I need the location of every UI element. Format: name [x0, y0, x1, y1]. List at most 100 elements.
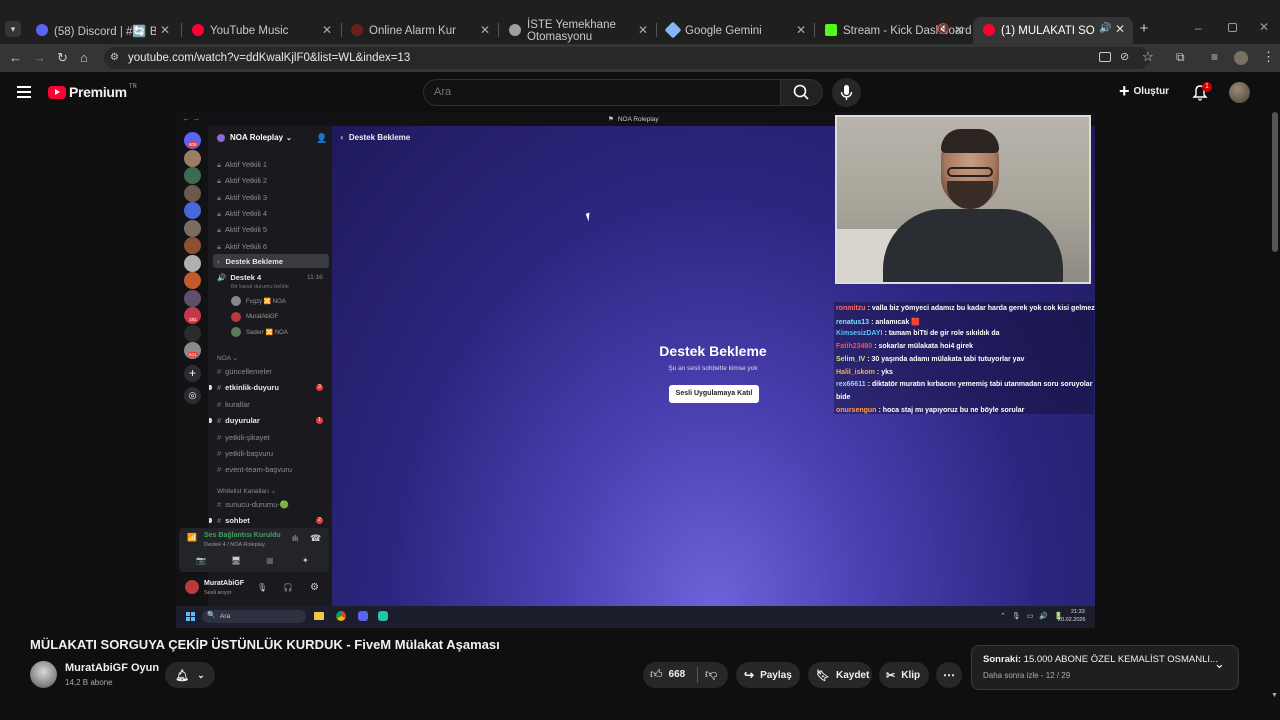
empty-voice-title: Destek Bekleme — [659, 343, 767, 359]
channel-avatar[interactable] — [30, 661, 57, 688]
profile-avatar-icon[interactable] — [1234, 51, 1248, 65]
speaker-icon[interactable]: 🔊 — [1099, 23, 1111, 34]
voice-user-avatar — [231, 311, 241, 322]
server-icon — [184, 219, 201, 237]
chat-message: bide — [836, 394, 850, 401]
search-input[interactable] — [434, 86, 754, 98]
lock-icon: 🔒︎ — [217, 241, 221, 251]
window-close-button[interactable]: ✕ — [1259, 20, 1269, 34]
browser-tab-gemini[interactable]: Google Gemini ✕ — [657, 18, 814, 44]
taskbar-discord-icon — [358, 611, 368, 621]
streamer-shirt — [883, 209, 1063, 282]
bookmark-star-icon[interactable]: ☆ — [1142, 49, 1154, 65]
share-button[interactable]: ↪ Paylaş — [736, 662, 800, 688]
new-tab-button[interactable]: + — [1136, 21, 1152, 37]
streamer-webcam — [835, 115, 1091, 284]
server-icon — [184, 237, 201, 254]
scrollbar-down-arrow[interactable]: ▼ — [1271, 692, 1278, 699]
window-maximize-button[interactable] — [1228, 23, 1237, 32]
site-info-icon[interactable]: ⚙ — [110, 52, 119, 63]
server-icon — [184, 184, 201, 202]
globe-favicon-icon — [509, 24, 521, 36]
text-channel: # yetkili-başvuru — [217, 449, 274, 458]
tab-close-icon[interactable]: ✕ — [954, 23, 964, 37]
server-icon — [184, 167, 201, 184]
like-divider — [697, 667, 698, 683]
dislike-button[interactable]: 👎︎ — [705, 667, 717, 682]
expand-chevron-icon[interactable]: ⌄ — [1214, 656, 1225, 672]
voice-search-button[interactable] — [832, 78, 861, 107]
browser-tab-kick[interactable]: Stream - Kick Dashboard 🔇 ✕ — [815, 18, 972, 44]
eye-off-icon[interactable]: ⊘ — [1120, 50, 1129, 63]
thumbs-up-icon: 👍︎ — [650, 667, 663, 681]
next-up-title[interactable]: Sonraki: 15.000 ABONE ÖZEL KEMALİST OSMA… — [983, 654, 1218, 665]
tab-close-icon[interactable]: ✕ — [1115, 22, 1125, 36]
chat-message: KimsesizDAYI: tamam biTti de gir role sı… — [836, 330, 1000, 337]
taskbar-app-icon — [378, 611, 388, 621]
hamburger-menu-icon[interactable] — [17, 86, 31, 98]
browser-tab-discord[interactable]: (58) Discord | #🔄 BUMP | Nnum ✕ — [26, 18, 178, 44]
notifications-button[interactable]: 1 — [1192, 82, 1212, 101]
server-mention-badge: 631 — [188, 352, 198, 357]
user-name: MuratAbiGF — [204, 580, 245, 587]
chat-text: : diktatör muratın kırbacını yememiş tab… — [867, 381, 1093, 389]
browser-tab-youtube-active[interactable]: (1) MÜLAKATI SORGUYA Ç 🔊 ✕ — [973, 17, 1133, 44]
more-actions-button[interactable]: ⋯ — [936, 662, 962, 688]
lock-icon: 🔒︎ — [217, 208, 221, 218]
voice-connected-label: Ses Bağlantısı Kuruldu — [204, 532, 281, 539]
youtube-logo-text: Premium — [69, 84, 127, 100]
search-box[interactable] — [423, 79, 781, 106]
tab-close-icon[interactable]: ✕ — [322, 23, 332, 37]
back-icon[interactable]: ← — [9, 50, 22, 65]
channel-destek-4: 🔊 Destek 4 — [217, 273, 262, 282]
browser-menu-icon[interactable]: ⋮ — [1262, 49, 1275, 65]
browser-tab-yemekhane[interactable]: İSTE Yemekhane Otomasyonu ✕ — [499, 18, 656, 44]
save-button[interactable]: 🔖︎ Kaydet — [808, 662, 872, 688]
hashtag-icon: # — [217, 516, 222, 526]
reload-icon[interactable]: ↻ — [57, 50, 68, 66]
discord-back-icon: ← → — [182, 114, 201, 123]
like-button[interactable]: 👍︎ 668 — [650, 667, 685, 682]
extensions-icon[interactable]: ⧉ — [1176, 50, 1185, 65]
tab-label: Stream - Kick Dashboard — [843, 25, 972, 37]
hashtag-icon: # — [217, 399, 222, 409]
page-scrollbar[interactable] — [1272, 112, 1278, 252]
create-button[interactable]: + Oluştur — [1119, 82, 1169, 100]
next-up-panel[interactable] — [971, 645, 1239, 690]
category-noa: NOA ⌄ — [217, 355, 238, 362]
lock-icon: 🔒︎ — [217, 176, 221, 186]
tab-close-icon[interactable]: ✕ — [796, 23, 806, 37]
window-minimize-button[interactable]: – — [1195, 21, 1209, 35]
channel-name[interactable]: MuratAbiGF Oyun — [65, 662, 159, 674]
youtube-logo[interactable]: Premium TR — [48, 84, 137, 100]
bookmark-icon: 🔖︎ — [816, 669, 830, 682]
chat-message: Halil_iskom: yks — [836, 369, 893, 376]
tab-label: (1) MÜLAKATI SORGUYA Ç — [1001, 24, 1095, 37]
clip-button[interactable]: ✂ Klip — [879, 662, 929, 688]
browser-tab-youtube-music[interactable]: YouTube Music ✕ — [182, 18, 340, 44]
tab-close-icon[interactable]: ✕ — [638, 23, 648, 37]
hashtag-icon: # — [217, 367, 222, 376]
forward-icon[interactable]: → — [33, 50, 46, 65]
chat-username: Fatih23480 — [836, 343, 873, 351]
create-label: Oluştur — [1133, 85, 1170, 97]
tab-search-icon[interactable]: ▾ — [5, 21, 21, 37]
browser-tab-alarm[interactable]: Online Alarm Kur ✕ — [341, 18, 498, 44]
url-text[interactable]: youtube.com/watch?v=ddKwalKjlF0&list=WL&… — [128, 52, 410, 64]
chat-message: Fatih23480: sokarlar mülakata hoi4 girek — [836, 343, 973, 350]
tab-label: İSTE Yemekhane Otomasyonu — [527, 19, 616, 43]
media-controls-icon[interactable]: ≡ — [1211, 50, 1218, 64]
server-header: NOA Roleplay ⌄ — [217, 133, 292, 142]
server-mention-badge: 809 — [188, 142, 198, 147]
chat-text: : valla biz yömyeci adamız bu kadar hard… — [867, 305, 1095, 312]
channel-locked-voice: 🔒︎ Aktif Yetkili 4 — [217, 208, 268, 218]
subscription-bell-button[interactable]: 🔔︎ ⌄ — [165, 662, 215, 688]
home-icon[interactable]: ⌂ — [80, 50, 88, 65]
account-avatar[interactable] — [1229, 82, 1250, 103]
muted-speaker-icon[interactable]: 🔇 — [937, 24, 949, 35]
install-app-icon[interactable] — [1099, 52, 1111, 62]
tab-close-icon[interactable]: ✕ — [160, 23, 170, 37]
tab-close-icon[interactable]: ✕ — [480, 23, 490, 37]
server-mention-badge: 181 — [188, 317, 198, 322]
search-button[interactable] — [781, 79, 823, 106]
